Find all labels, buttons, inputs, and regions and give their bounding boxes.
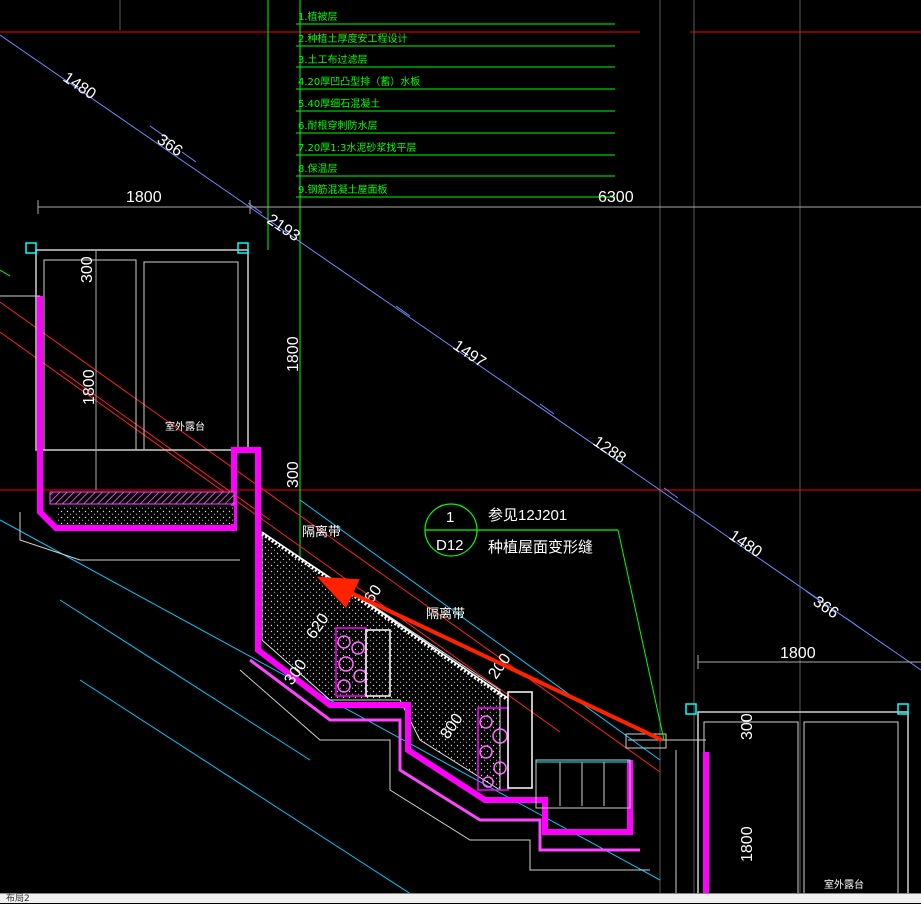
callout-description: 种植屋面变形缝 <box>488 539 593 556</box>
isolation-label-2: 隔离带 <box>426 606 465 622</box>
dim-1800-vert-mid: 1800 <box>285 336 302 372</box>
left-terrace <box>0 242 261 561</box>
top-dimension-line <box>37 200 921 214</box>
isolation-label-1: 隔离带 <box>302 524 341 540</box>
layer-list: 1.植被层 2.种植土厚度安工程设计 3.土工布过滤层 4.20厚凹凸型排（蓄）… <box>298 10 420 196</box>
dim-6300: 6300 <box>598 189 634 206</box>
layer-6: 6.耐根穿刺防水层 <box>298 119 378 132</box>
layer-2: 2.种植土厚度安工程设计 <box>298 32 408 45</box>
lower-planter <box>535 759 631 809</box>
right-terrace <box>625 703 909 902</box>
dim-300-left: 300 <box>79 256 96 283</box>
dim-300-right: 300 <box>739 713 756 740</box>
dim-1480-right: 1480 <box>726 527 765 561</box>
terrace-left-label: 室外露台 <box>165 420 205 433</box>
callout-number: 1 <box>446 509 454 526</box>
dim-1288: 1288 <box>590 433 629 467</box>
axis-lines <box>0 31 921 491</box>
edge-marker <box>0 269 11 277</box>
callout-sheet-ref: D12 <box>436 537 464 554</box>
layer-3: 3.土工布过滤层 <box>298 53 368 66</box>
layer-1: 1.植被层 <box>298 10 338 23</box>
layer-5: 5.40厚细石混凝土 <box>298 97 380 110</box>
dim-300-mid: 300 <box>285 461 302 488</box>
dim-1800-vert-left: 1800 <box>81 369 98 405</box>
dim-1800-right: 1800 <box>780 645 816 662</box>
layer-7: 7.20厚1:3水泥砂浆找平层 <box>298 141 416 154</box>
layout-tab[interactable]: 布局2 <box>6 891 30 904</box>
cad-drawing-canvas[interactable]: 1.植被层 2.种植土厚度安工程设计 3.土工布过滤层 4.20厚凹凸型排（蓄）… <box>0 0 921 902</box>
dim-1800-vert-right: 1800 <box>739 826 756 862</box>
terrace-right-label: 室外露台 <box>824 878 864 891</box>
dim-366-top: 366 <box>154 131 186 160</box>
dim-1800-left: 1800 <box>126 189 162 206</box>
layer-4: 4.20厚凹凸型排（蓄）水板 <box>298 75 420 88</box>
callout-see-ref: 参见12J201 <box>488 507 567 524</box>
dim-1497: 1497 <box>450 337 489 371</box>
dim-1480-top: 1480 <box>60 69 99 103</box>
layer-9: 9.钢筋混凝土屋面板 <box>298 183 388 196</box>
layer-8: 8.保温层 <box>298 162 338 175</box>
